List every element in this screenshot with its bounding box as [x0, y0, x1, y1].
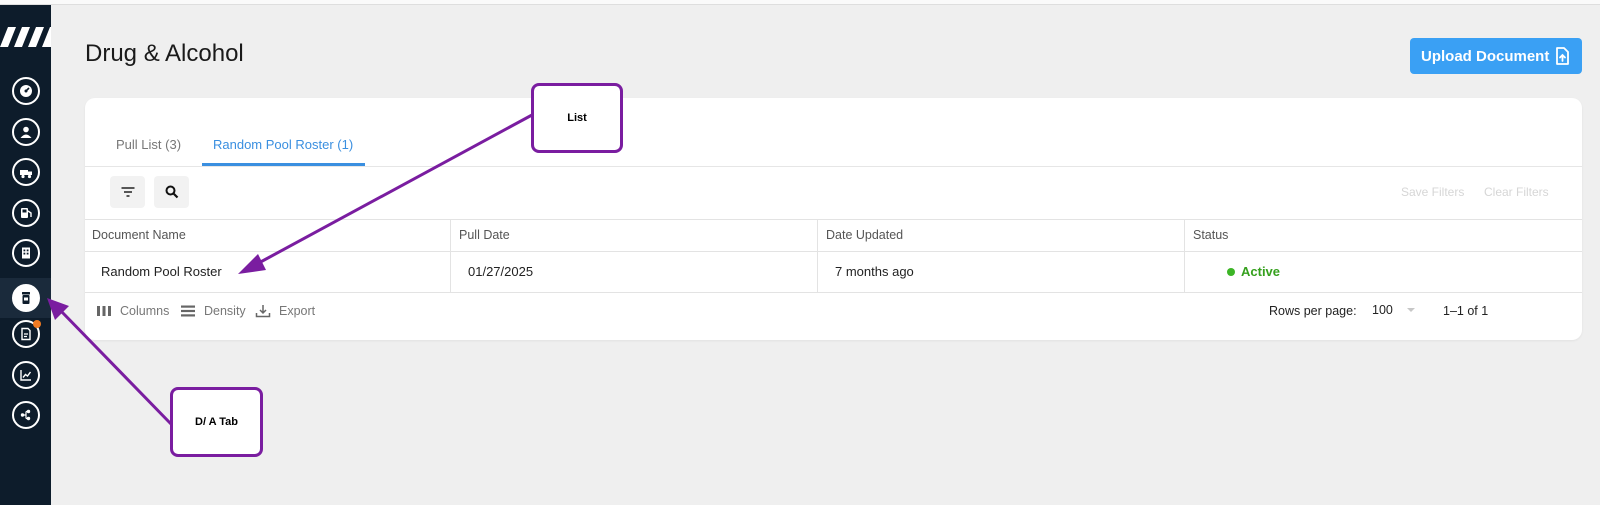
sidebar-item-integrations[interactable] — [12, 401, 40, 429]
sidebar-item-drug-alcohol[interactable] — [12, 284, 40, 312]
rows-per-page-select[interactable]: 100 — [1372, 303, 1415, 317]
rows-per-page-value: 100 — [1372, 303, 1393, 317]
density-label: Density — [204, 304, 246, 318]
density-icon — [181, 305, 195, 317]
tab-pull-list[interactable]: Pull List (3) — [116, 137, 181, 152]
status-dot — [1227, 267, 1235, 276]
download-icon — [255, 305, 271, 318]
document-icon — [21, 327, 31, 341]
cell-pull-date: 01/27/2025 — [468, 264, 534, 279]
header-divider — [85, 251, 1582, 252]
clear-filters-button[interactable]: Clear Filters — [1484, 185, 1549, 199]
column-header-document-name[interactable]: Document Name — [92, 228, 186, 242]
upload-file-icon — [1556, 47, 1569, 65]
pagination-info: 1–1 of 1 — [1443, 304, 1489, 318]
sidebar-item-users[interactable] — [12, 118, 40, 146]
truck-icon — [20, 170, 32, 179]
columns-button[interactable]: Columns — [96, 304, 169, 318]
column-header-date-updated[interactable]: Date Updated — [826, 228, 903, 242]
sidebar-item-documents[interactable] — [12, 320, 41, 348]
user-icon — [20, 126, 32, 138]
column-header-pull-date[interactable]: Pull Date — [459, 228, 510, 242]
columns-label: Columns — [120, 304, 170, 318]
page-title: Drug & Alcohol — [85, 40, 244, 67]
save-filters-button[interactable]: Save Filters — [1401, 185, 1464, 199]
column-header-status[interactable]: Status — [1193, 228, 1228, 242]
sidebar-item-buildings[interactable] — [12, 239, 40, 267]
chart-icon — [20, 370, 32, 381]
column-separator — [817, 219, 818, 292]
drug-alcohol-icon — [22, 292, 30, 304]
search-button[interactable] — [154, 176, 189, 208]
tabs-divider — [85, 166, 1582, 167]
sidebar-item-reports[interactable] — [12, 361, 40, 389]
columns-icon — [97, 306, 111, 316]
filter-button[interactable] — [110, 176, 145, 208]
chevron-down-icon — [1406, 308, 1415, 312]
top-border — [0, 0, 1600, 5]
sidebar-item-dashboard[interactable] — [12, 77, 40, 105]
integration-icon — [20, 409, 31, 421]
documents-card: Pull List (3) Random Pool Roster (1) Sav… — [85, 98, 1582, 340]
tab-random-pool-roster[interactable]: Random Pool Roster (1) — [213, 137, 353, 152]
sidebar-item-vehicles[interactable] — [12, 158, 40, 186]
annotation-callout-tab: D/ A Tab — [170, 387, 263, 457]
annotation-callout-list: List — [531, 83, 623, 153]
status-label: Active — [1241, 264, 1281, 279]
grid-top-border — [85, 219, 1582, 220]
upload-document-label: Upload Document — [1421, 47, 1550, 65]
status-badge: Active — [1227, 264, 1280, 279]
building-icon — [22, 247, 30, 259]
search-icon — [165, 185, 178, 199]
export-label: Export — [279, 304, 316, 318]
sidebar-item-fuel[interactable] — [12, 199, 40, 227]
fuel-icon — [21, 208, 32, 218]
density-button[interactable]: Density — [180, 304, 246, 318]
rows-per-page-label: Rows per page: — [1269, 304, 1357, 318]
brand-logo[interactable] — [0, 21, 51, 53]
cell-document-name[interactable]: Random Pool Roster — [101, 264, 222, 279]
cell-date-updated: 7 months ago — [835, 264, 914, 279]
notification-dot — [33, 320, 41, 328]
row-divider — [85, 292, 1582, 293]
column-separator — [450, 219, 451, 292]
dashboard-icon — [20, 85, 32, 97]
filter-icon — [121, 187, 134, 197]
column-separator — [1184, 219, 1185, 292]
upload-document-button[interactable]: Upload Document — [1410, 38, 1582, 74]
sidebar — [0, 5, 51, 505]
export-button[interactable]: Export — [255, 304, 315, 318]
